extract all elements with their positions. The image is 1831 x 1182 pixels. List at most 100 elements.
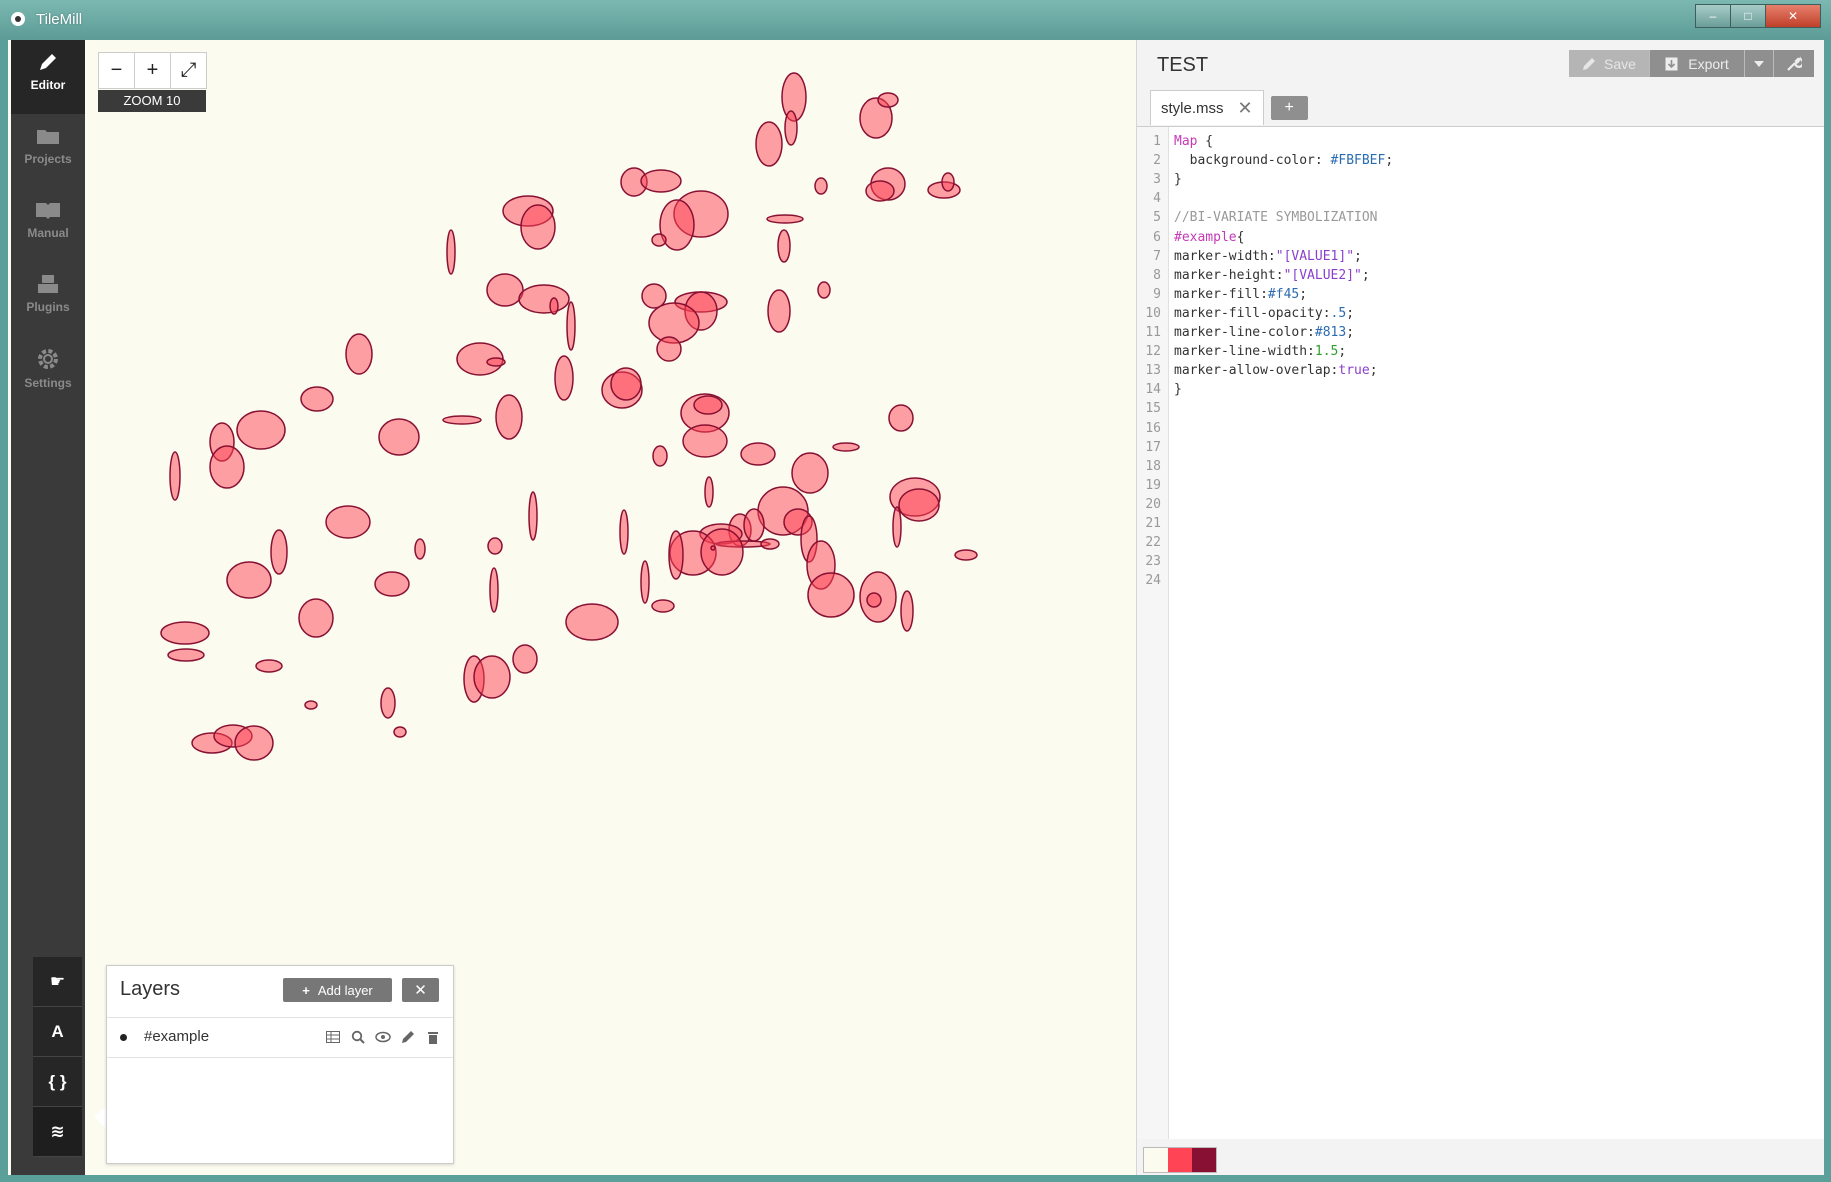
map-marker[interactable]: [898, 488, 940, 522]
map-marker[interactable]: [495, 394, 523, 440]
map-marker[interactable]: [446, 229, 456, 275]
add-layer-button[interactable]: + Add layer: [283, 978, 392, 1002]
map-marker[interactable]: [648, 302, 700, 344]
map-marker[interactable]: [167, 648, 205, 662]
map-marker[interactable]: [814, 177, 828, 195]
map-marker[interactable]: [169, 451, 181, 501]
map-marker[interactable]: [877, 92, 899, 108]
map-marker[interactable]: [528, 491, 538, 541]
table-icon[interactable]: [325, 1029, 341, 1045]
hand-tool-button[interactable]: ☛: [33, 957, 82, 1007]
map-marker[interactable]: [900, 590, 914, 632]
map-marker[interactable]: [512, 644, 538, 674]
map-marker[interactable]: [298, 598, 334, 638]
map-marker[interactable]: [304, 700, 318, 710]
map-marker[interactable]: [270, 529, 288, 575]
map-marker[interactable]: [941, 172, 955, 192]
sidebar-item-editor[interactable]: Editor: [11, 40, 85, 114]
fullscreen-button[interactable]: ⤢: [170, 52, 207, 89]
map-marker[interactable]: [954, 549, 978, 561]
map-marker[interactable]: [740, 442, 776, 466]
export-dropdown-button[interactable]: [1745, 50, 1774, 77]
map-marker[interactable]: [325, 505, 371, 539]
map-marker[interactable]: [226, 561, 272, 599]
map-marker[interactable]: [651, 599, 675, 613]
zoom-to-layer-icon[interactable]: [350, 1029, 366, 1045]
color-swatch[interactable]: [1192, 1148, 1216, 1172]
visibility-eye-icon[interactable]: [375, 1029, 391, 1045]
map-marker[interactable]: [777, 229, 791, 263]
map-marker[interactable]: [640, 560, 650, 604]
map-marker[interactable]: [766, 214, 804, 224]
map-marker[interactable]: [710, 545, 716, 551]
sidebar-item-manual[interactable]: Manual: [11, 188, 85, 262]
map-marker[interactable]: [209, 445, 245, 489]
close-window-button[interactable]: ✕: [1765, 4, 1821, 28]
tab-style-mss[interactable]: style.mss ✕: [1150, 90, 1264, 125]
color-swatch[interactable]: [1144, 1148, 1168, 1172]
map-marker[interactable]: [486, 357, 506, 367]
close-layers-button[interactable]: ✕: [402, 978, 439, 1002]
map-marker[interactable]: [518, 284, 570, 314]
zoom-out-button[interactable]: −: [98, 52, 135, 89]
map-marker[interactable]: [888, 404, 914, 432]
map-marker[interactable]: [554, 355, 574, 401]
delete-layer-icon[interactable]: [425, 1029, 441, 1045]
map-marker[interactable]: [791, 452, 829, 494]
map-marker[interactable]: [640, 169, 682, 193]
map-marker[interactable]: [641, 283, 667, 309]
carto-reference-button[interactable]: { }: [33, 1057, 82, 1107]
map-marker[interactable]: [760, 538, 780, 550]
map-marker[interactable]: [520, 204, 556, 250]
map-marker[interactable]: [743, 508, 765, 542]
map-marker[interactable]: [832, 442, 860, 452]
map-marker[interactable]: [414, 538, 426, 560]
sidebar-item-projects[interactable]: Projects: [11, 114, 85, 188]
map-marker[interactable]: [255, 659, 283, 673]
close-tab-icon[interactable]: ✕: [1238, 98, 1253, 119]
map-marker[interactable]: [755, 121, 783, 167]
map-marker[interactable]: [651, 233, 667, 247]
map-marker[interactable]: [619, 509, 629, 555]
map-marker[interactable]: [473, 655, 511, 699]
sidebar-item-plugins[interactable]: Plugins: [11, 262, 85, 336]
map-marker[interactable]: [700, 528, 744, 576]
map-marker[interactable]: [817, 281, 831, 299]
map-marker[interactable]: [784, 110, 798, 146]
project-settings-button[interactable]: [1774, 50, 1814, 77]
layers-tool-button[interactable]: ≋: [33, 1107, 82, 1157]
map-marker[interactable]: [234, 725, 274, 761]
maximize-button[interactable]: □: [1730, 4, 1765, 28]
map-marker[interactable]: [393, 726, 407, 738]
map-marker[interactable]: [160, 621, 210, 645]
map-marker[interactable]: [652, 445, 668, 467]
map-marker[interactable]: [566, 301, 576, 351]
map-marker[interactable]: [704, 476, 714, 508]
minimize-button[interactable]: –: [1695, 4, 1730, 28]
map-marker[interactable]: [865, 180, 895, 202]
layer-row[interactable]: #example: [107, 1017, 453, 1058]
map-marker[interactable]: [345, 333, 373, 375]
export-button[interactable]: Export: [1650, 50, 1745, 77]
map-marker[interactable]: [565, 603, 619, 641]
map-marker[interactable]: [866, 592, 882, 608]
map-marker[interactable]: [807, 572, 855, 618]
map-marker[interactable]: [236, 410, 286, 450]
map-marker[interactable]: [378, 418, 420, 456]
save-button[interactable]: Save: [1569, 50, 1650, 77]
map-marker[interactable]: [668, 530, 684, 580]
map-marker[interactable]: [610, 367, 642, 401]
map-marker[interactable]: [489, 567, 499, 613]
map-marker[interactable]: [442, 415, 482, 425]
sidebar-item-settings[interactable]: Settings: [11, 336, 85, 410]
fonts-tool-button[interactable]: A: [33, 1007, 82, 1057]
map-marker[interactable]: [380, 687, 396, 719]
edit-layer-icon[interactable]: [400, 1029, 416, 1045]
add-stylesheet-button[interactable]: +: [1270, 96, 1308, 120]
map-marker[interactable]: [300, 386, 334, 412]
code-editor[interactable]: 1 2 3 4 5 6 7 8 9 10 11 12 13 14 15 16 17 18 19 20 21 22 23 24 …: [1137, 126, 1824, 1139]
map-marker[interactable]: [892, 506, 902, 548]
zoom-in-button[interactable]: +: [134, 52, 171, 89]
map-marker[interactable]: [767, 289, 791, 333]
color-swatch[interactable]: [1168, 1148, 1192, 1172]
